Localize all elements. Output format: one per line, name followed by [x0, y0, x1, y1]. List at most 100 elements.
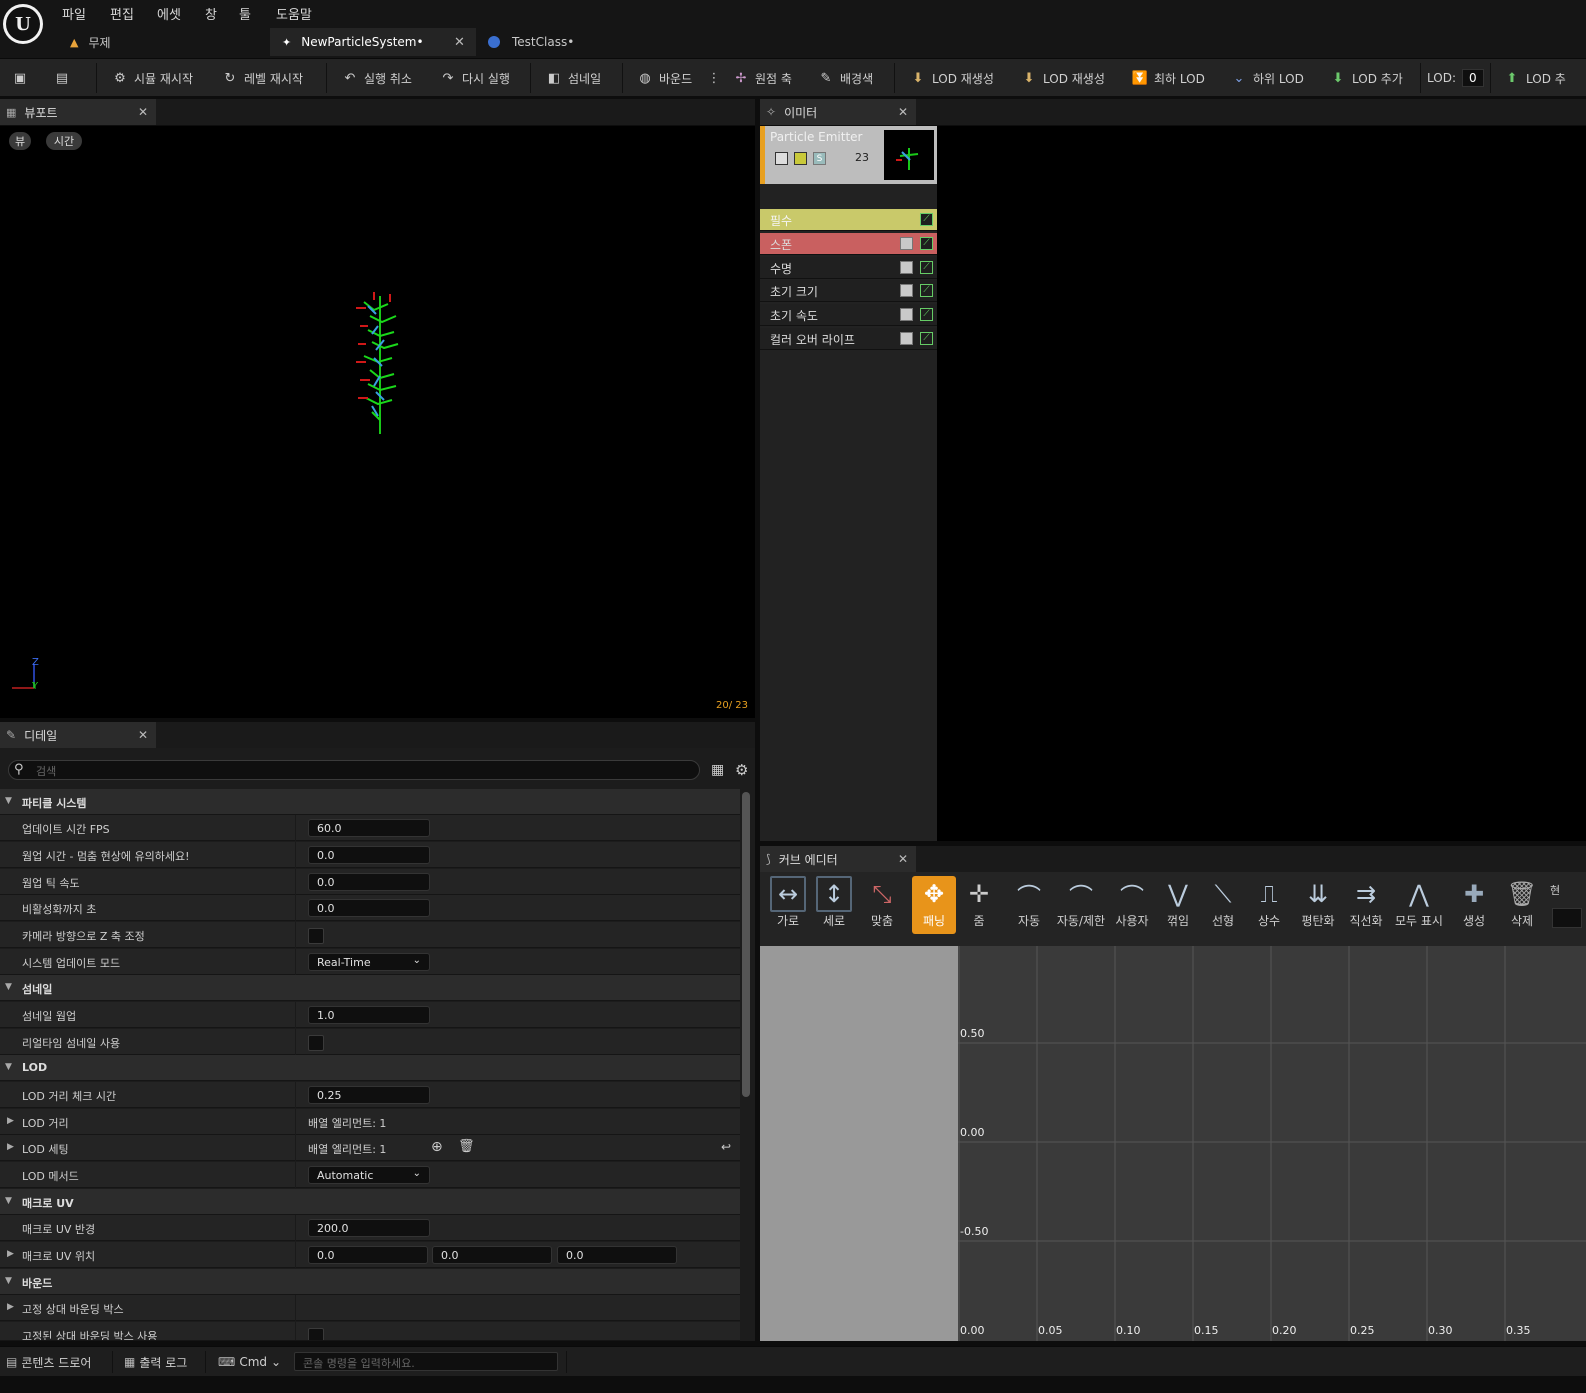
lower-lod-button[interactable]: ⌄ 하위 LOD — [1231, 67, 1304, 89]
solo-icon[interactable]: S — [813, 152, 826, 165]
menu-tools[interactable]: 툴 — [239, 4, 251, 23]
time-button[interactable]: 시간 — [46, 132, 82, 150]
curve-toggle-icon[interactable]: ⟋ — [920, 213, 933, 226]
tab-details[interactable]: ✎ 디테일 ✕ — [0, 722, 156, 748]
break-tangent-button[interactable]: ⋁ 꺾임 — [1156, 876, 1200, 934]
close-icon[interactable]: ✕ — [454, 35, 465, 50]
module-required[interactable]: 필수 ⟋ — [760, 209, 937, 231]
lod-check-input[interactable]: 0.25 — [308, 1086, 430, 1104]
emitter-enable-checkbox[interactable] — [775, 152, 788, 165]
close-icon[interactable]: ✕ — [138, 105, 148, 119]
thumbnail-warmup-input[interactable]: 1.0 — [308, 1006, 430, 1024]
pan-button[interactable]: ✥ 패닝 — [912, 876, 956, 934]
menu-edit[interactable]: 편집 — [110, 4, 134, 23]
module-enable-checkbox[interactable] — [900, 332, 913, 345]
category-macro-uv[interactable]: ▼ 매크로 UV — [0, 1189, 740, 1215]
curve-toggle-icon[interactable]: ⟋ — [920, 284, 933, 297]
redo-button[interactable]: ↷ 다시 실행 — [440, 67, 510, 89]
flatten-button[interactable]: ⇊ 평탄화 — [1296, 876, 1340, 934]
category-thumbnail[interactable]: ▼ 섬네일 — [0, 975, 740, 1001]
thumbnail-button[interactable]: ◧ 섬네일 — [546, 67, 601, 89]
curve-track-list[interactable] — [760, 946, 958, 1341]
search-input[interactable]: ⚲ 검색 — [8, 760, 700, 780]
close-icon[interactable]: ✕ — [898, 105, 908, 119]
content-drawer-button[interactable]: ▤ 콘텐츠 드로어 — [6, 1353, 91, 1371]
bounds-button[interactable]: ◍ 바운드 — [637, 67, 692, 89]
lod-method-select[interactable]: Automatic ⌄ — [308, 1166, 430, 1184]
tab-testclass[interactable]: TestClass• — [478, 28, 638, 56]
zoom-button[interactable]: ✛ 줌 — [957, 876, 1001, 934]
reset-icon[interactable]: ↩ — [721, 1140, 731, 1154]
curve-toggle-icon[interactable]: ⟋ — [920, 332, 933, 345]
browse-button[interactable]: ▤ — [54, 67, 70, 89]
delete-button[interactable]: 🗑 삭제 — [1500, 876, 1544, 934]
use-fixed-bounds-checkbox[interactable] — [308, 1328, 324, 1340]
restart-sim-button[interactable]: ⚙ 시뮬 재시작 — [112, 67, 193, 89]
close-icon[interactable]: ✕ — [898, 852, 908, 866]
fit-horizontal-button[interactable]: ↔ 가로 — [766, 876, 810, 934]
update-fps-input[interactable]: 60.0 — [308, 819, 430, 837]
module-initial-size[interactable]: 초기 크기 ⟋ — [760, 280, 937, 302]
fit-vertical-button[interactable]: ↕ 세로 — [812, 876, 856, 934]
macro-uv-x-input[interactable]: 0.0 — [308, 1246, 428, 1264]
close-icon[interactable]: ✕ — [138, 728, 148, 742]
expand-arrow-icon[interactable]: ▶ — [7, 1116, 14, 1126]
menu-help[interactable]: 도움말 — [276, 4, 312, 23]
warmup-tick-input[interactable]: 0.0 — [308, 873, 430, 891]
table-view-icon[interactable]: ▦ — [711, 762, 724, 778]
current-tab-dropdown[interactable] — [1552, 908, 1582, 928]
trash-icon[interactable]: 🗑 — [458, 1139, 475, 1154]
tab-particle-system[interactable]: ✦ NewParticleSystem• ✕ — [270, 28, 476, 56]
macro-uv-radius-input[interactable]: 200.0 — [308, 1219, 430, 1237]
menu-file[interactable]: 파일 — [62, 4, 86, 23]
module-enable-checkbox[interactable] — [900, 261, 913, 274]
curve-graph[interactable]: 0.50 0.00 -0.50 0.00 0.05 0.10 0.15 0.20… — [958, 946, 1586, 1341]
camera-z-checkbox[interactable] — [308, 928, 324, 944]
module-lifetime[interactable]: 수명 ⟋ — [760, 257, 937, 279]
user-tangent-button[interactable]: ⌒ 사용자 — [1110, 876, 1154, 934]
undo-button[interactable]: ↶ 실행 취소 — [342, 67, 412, 89]
bounds-options-button[interactable]: ⋮ — [706, 67, 722, 89]
expand-arrow-icon[interactable]: ▶ — [7, 1142, 14, 1152]
origin-axis-button[interactable]: ✢ 원점 축 — [733, 67, 792, 89]
console-input[interactable]: 콘솔 명령을 입력하세요. — [294, 1352, 558, 1371]
menu-window[interactable]: 창 — [205, 4, 217, 23]
category-lod[interactable]: ▼ LOD — [0, 1055, 740, 1081]
tab-viewport[interactable]: ▦ 뷰포트 ✕ — [0, 99, 156, 125]
category-particle-system[interactable]: ▼ 파티클 시스템 — [0, 789, 740, 815]
expand-arrow-icon[interactable]: ▶ — [7, 1249, 14, 1259]
render-mode-icon[interactable] — [794, 152, 807, 165]
lod-input[interactable]: 0 — [1462, 69, 1484, 87]
tab-curve-editor[interactable]: ⟆ 커브 에디터 ✕ — [760, 846, 916, 872]
add-lod-above-button[interactable]: ⬆ LOD 추 — [1504, 67, 1566, 89]
curve-toggle-icon[interactable]: ⟋ — [920, 237, 933, 250]
emitter-empty-area[interactable] — [937, 126, 1586, 841]
add-element-icon[interactable]: ⊕ — [431, 1139, 443, 1155]
module-enable-checkbox[interactable] — [900, 237, 913, 250]
add-lod-button[interactable]: ⬇ LOD 추가 — [1330, 67, 1403, 89]
curve-toggle-icon[interactable]: ⟋ — [920, 261, 933, 274]
cmd-dropdown[interactable]: ⌨ Cmd ⌄ — [218, 1353, 281, 1371]
settings-gear-icon[interactable]: ⚙ — [735, 761, 748, 779]
restart-level-button[interactable]: ↻ 레벨 재시작 — [222, 67, 303, 89]
category-bounds[interactable]: ▼ 바운드 — [0, 1269, 740, 1295]
background-color-button[interactable]: ✎ 배경색 — [818, 67, 874, 89]
deactivate-input[interactable]: 0.0 — [308, 899, 430, 917]
fit-button[interactable]: ⤡ 맞춤 — [860, 876, 904, 934]
realtime-thumbnail-checkbox[interactable] — [308, 1035, 324, 1051]
expand-arrow-icon[interactable]: ▶ — [7, 1302, 14, 1312]
save-button[interactable]: ▣ — [12, 67, 28, 89]
view-button[interactable]: 뷰 — [9, 132, 31, 150]
module-color-over-life[interactable]: 컬러 오버 라이프 ⟋ — [760, 328, 937, 350]
output-log-button[interactable]: ▦ 출력 로그 — [124, 1353, 187, 1371]
auto-button[interactable]: ⌒ 자동 — [1007, 876, 1051, 934]
constant-button[interactable]: ⎍ 상수 — [1247, 876, 1291, 934]
update-mode-select[interactable]: Real-Time ⌄ — [308, 953, 430, 971]
tab-untitled[interactable]: ▲ 무제 — [62, 28, 268, 56]
module-spawn[interactable]: 스폰 ⟋ — [760, 233, 937, 255]
auto-clamped-button[interactable]: ⌒ 자동/제한 — [1053, 876, 1109, 934]
module-enable-checkbox[interactable] — [900, 308, 913, 321]
module-enable-checkbox[interactable] — [900, 284, 913, 297]
regen-lod-button-2[interactable]: ⬇ LOD 재생성 — [1021, 67, 1105, 89]
linear-button[interactable]: ⟍ 선형 — [1201, 876, 1245, 934]
